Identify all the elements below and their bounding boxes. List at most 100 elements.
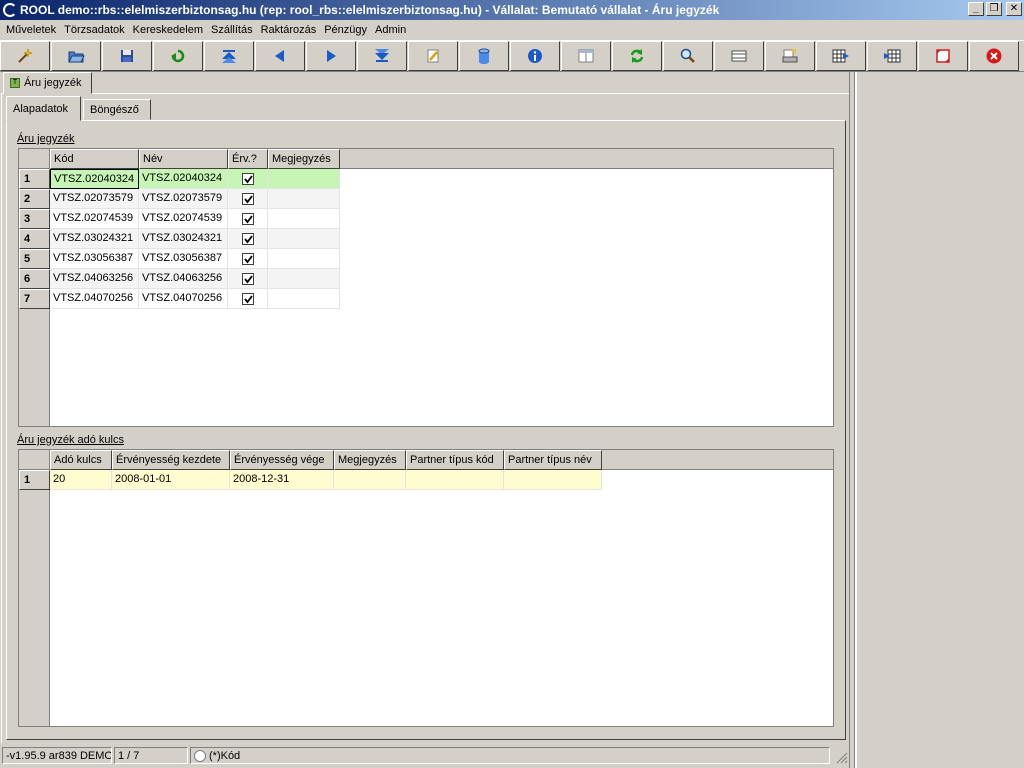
cell-erv[interactable]	[228, 249, 268, 269]
cell-ervenyesseg-vege[interactable]: 2008-12-31	[230, 470, 334, 490]
table-row[interactable]: 3 VTSZ.02074539 VTSZ.02074539	[19, 209, 340, 229]
erv-checkbox[interactable]	[241, 212, 254, 225]
print-preview-button[interactable]	[765, 41, 815, 71]
row-header[interactable]: 1	[19, 470, 50, 490]
menu-raktarozas[interactable]: Raktározás	[257, 24, 321, 36]
col-header-megjegyzes[interactable]: Megjegyzés	[268, 149, 340, 169]
cell-erv[interactable]	[228, 169, 268, 189]
cell-nev[interactable]: VTSZ.03024321	[139, 229, 228, 249]
cell-megjegyzes[interactable]	[334, 470, 406, 490]
col-header-kod[interactable]: Kód	[50, 149, 139, 169]
table-row[interactable]: 1 VTSZ.02040324 VTSZ.02040324	[19, 169, 340, 189]
row-header[interactable]: 1	[19, 169, 50, 189]
menu-penzugy[interactable]: Pénzügy	[320, 24, 371, 36]
table-row[interactable]: 6 VTSZ.04063256 VTSZ.04063256	[19, 269, 340, 289]
previous-record-button[interactable]	[255, 41, 305, 71]
col-header-partner-tipus-kod[interactable]: Partner típus kód	[406, 450, 504, 470]
menu-szallitas[interactable]: Szállítás	[207, 24, 257, 36]
cell-nev[interactable]: VTSZ.03056387	[139, 249, 228, 269]
cell-partner-tipus-kod[interactable]	[406, 470, 504, 490]
database-button[interactable]	[459, 41, 509, 71]
tab-alapadatok[interactable]: Alapadatok	[6, 96, 81, 121]
erv-checkbox[interactable]	[241, 232, 254, 245]
cell-ado-kulcs[interactable]: 20	[50, 470, 112, 490]
erv-checkbox[interactable]	[241, 172, 254, 185]
cell-ervenyesseg-kezdete[interactable]: 2008-01-01	[112, 470, 230, 490]
cell-kod[interactable]: VTSZ.02040324	[50, 169, 139, 189]
row-header[interactable]: 4	[19, 229, 50, 249]
col-header-ervenyesseg-vege[interactable]: Érvényesség vége	[230, 450, 334, 470]
menu-muveletek[interactable]: Műveletek	[2, 24, 60, 36]
minimize-button[interactable]: _	[968, 2, 984, 16]
cell-erv[interactable]	[228, 209, 268, 229]
edit-button[interactable]	[408, 41, 458, 71]
col-header-megjegyzes2[interactable]: Megjegyzés	[334, 450, 406, 470]
sort-radio[interactable]	[194, 749, 206, 762]
cell-erv[interactable]	[228, 229, 268, 249]
cell-nev[interactable]: VTSZ.02074539	[139, 209, 228, 229]
cell-kod[interactable]: VTSZ.02073579	[50, 189, 139, 209]
erv-checkbox[interactable]	[241, 272, 254, 285]
cell-kod[interactable]: VTSZ.03056387	[50, 249, 139, 269]
col-header-erv[interactable]: Érv.?	[228, 149, 268, 169]
cell-kod[interactable]: VTSZ.04063256	[50, 269, 139, 289]
cell-megjegyzes[interactable]	[268, 209, 340, 229]
row-height-button[interactable]	[714, 41, 764, 71]
erv-checkbox[interactable]	[241, 292, 254, 305]
row-header[interactable]: 6	[19, 269, 50, 289]
row-header[interactable]: 2	[19, 189, 50, 209]
cell-megjegyzes[interactable]	[268, 269, 340, 289]
table-row[interactable]: 5 VTSZ.03056387 VTSZ.03056387	[19, 249, 340, 269]
col-header-ervenyesseg-kezdete[interactable]: Érvényesség kezdete	[112, 450, 230, 470]
first-record-button[interactable]	[204, 41, 254, 71]
col-header-nev[interactable]: Név	[139, 149, 228, 169]
row-header[interactable]: 3	[19, 209, 50, 229]
menu-torzsadatok[interactable]: Törzsadatok	[60, 24, 129, 36]
restore-button[interactable]: ❐	[986, 2, 1002, 16]
cell-megjegyzes[interactable]	[268, 249, 340, 269]
close-window-button[interactable]: ✕	[1006, 2, 1022, 16]
form-view-button[interactable]	[561, 41, 611, 71]
search-button[interactable]	[663, 41, 713, 71]
save-button[interactable]	[102, 41, 152, 71]
menu-admin[interactable]: Admin	[371, 24, 410, 36]
cell-megjegyzes[interactable]	[268, 189, 340, 209]
cell-nev[interactable]: VTSZ.04063256	[139, 269, 228, 289]
table-row[interactable]: 2 VTSZ.02073579 VTSZ.02073579	[19, 189, 340, 209]
cell-erv[interactable]	[228, 189, 268, 209]
cell-nev[interactable]: VTSZ.04070256	[139, 289, 228, 309]
table-row[interactable]: 4 VTSZ.03024321 VTSZ.03024321	[19, 229, 340, 249]
erv-checkbox[interactable]	[241, 252, 254, 265]
cell-partner-tipus-nev[interactable]	[504, 470, 602, 490]
grid-export-button[interactable]	[816, 41, 866, 71]
close-form-button[interactable]	[969, 41, 1019, 71]
cell-kod[interactable]: VTSZ.03024321	[50, 229, 139, 249]
next-record-button[interactable]	[306, 41, 356, 71]
cell-megjegyzes[interactable]	[268, 229, 340, 249]
erv-checkbox[interactable]	[241, 192, 254, 205]
cell-nev[interactable]: VTSZ.02040324	[139, 169, 228, 189]
menu-kereskedelem[interactable]: Kereskedelem	[129, 24, 207, 36]
cell-megjegyzes[interactable]	[268, 289, 340, 309]
undo-button[interactable]	[153, 41, 203, 71]
table-row[interactable]: 7 VTSZ.04070256 VTSZ.04070256	[19, 289, 340, 309]
maximize-button[interactable]	[918, 41, 968, 71]
wizard-button[interactable]	[0, 41, 50, 71]
cell-erv[interactable]	[228, 269, 268, 289]
resize-grip-icon[interactable]	[836, 752, 848, 764]
row-header[interactable]: 5	[19, 249, 50, 269]
row-header[interactable]: 7	[19, 289, 50, 309]
cell-erv[interactable]	[228, 289, 268, 309]
aru-jegyzek-grid[interactable]: Kód Név Érv.? Megjegyzés 1 VTSZ.02040324 V…	[18, 148, 834, 427]
grid-import-button[interactable]	[867, 41, 917, 71]
cell-megjegyzes[interactable]	[268, 169, 340, 189]
ado-kulcs-grid[interactable]: Adó kulcs Érvényesség kezdete Érvényessé…	[18, 449, 834, 727]
col-header-ado-kulcs[interactable]: Adó kulcs	[50, 450, 112, 470]
last-record-button[interactable]	[357, 41, 407, 71]
info-button[interactable]	[510, 41, 560, 71]
col-header-partner-tipus-nev[interactable]: Partner típus név	[504, 450, 602, 470]
open-button[interactable]	[51, 41, 101, 71]
tab-aru-jegyzek[interactable]: T Áru jegyzék	[3, 72, 92, 94]
cell-kod[interactable]: VTSZ.04070256	[50, 289, 139, 309]
cell-nev[interactable]: VTSZ.02073579	[139, 189, 228, 209]
